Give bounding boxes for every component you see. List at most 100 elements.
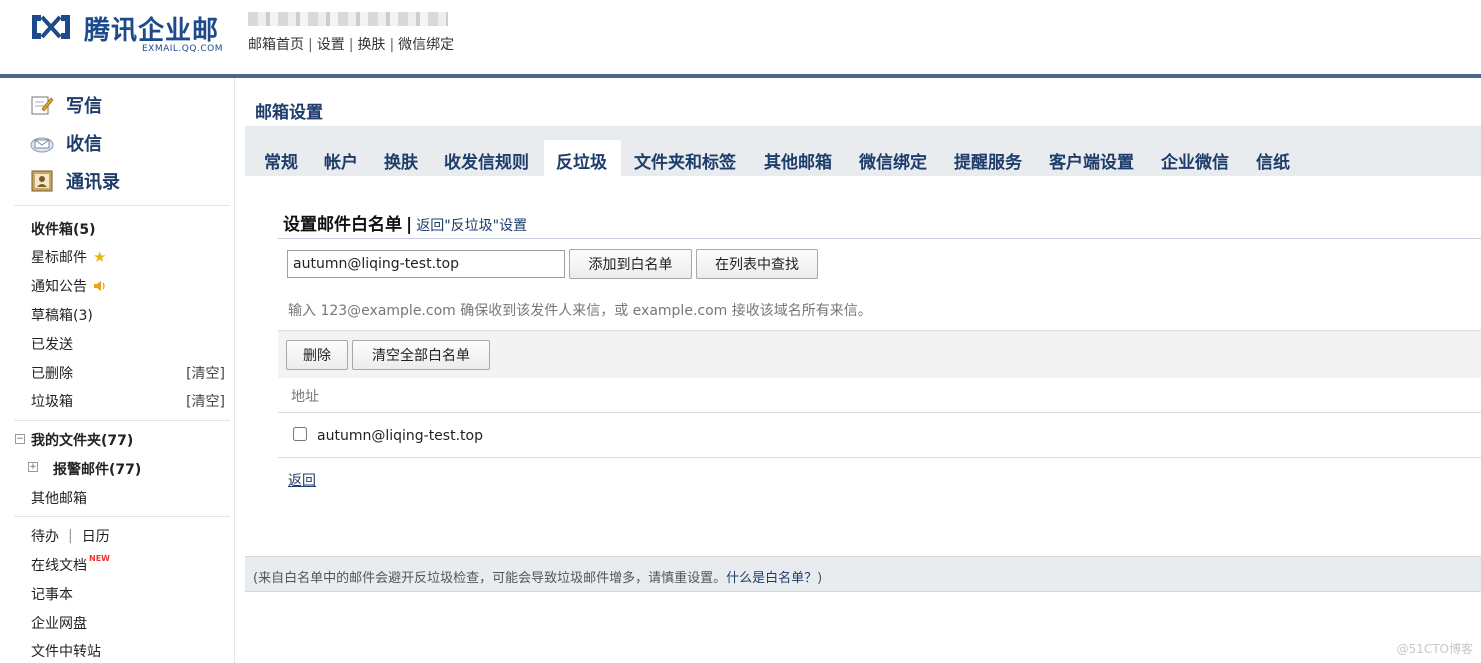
new-badge: NEW [89,553,110,563]
sidebar-item-my-folders[interactable]: 我的文件夹(77) [31,430,227,450]
compose-label: 写信 [66,96,102,117]
notes-label: 记事本 [31,587,73,603]
tab-general[interactable]: 常规 [256,140,306,176]
sidebar-item-starred[interactable]: 星标邮件 ★ [31,247,227,267]
sidebar-item-netdisk[interactable]: 企业网盘 [31,613,227,633]
sidebar-item-spam[interactable]: 垃圾箱 [清空] [31,391,227,411]
alert-mail-label: 报警邮件(77) [53,462,142,478]
sidebar-item-inbox[interactable]: 收件箱(5) [31,219,227,239]
receive-label: 收信 [66,134,102,155]
tab-wechat-bind[interactable]: 微信绑定 [851,140,935,176]
table-divider [278,412,1481,413]
title-separator: | [406,215,413,235]
sidebar-item-file-transfer[interactable]: 文件中转站 [31,641,227,661]
logo-subtitle: EXMAIL.QQ.COM [142,44,223,54]
starred-label: 星标邮件 [31,250,87,266]
row-checkbox[interactable] [293,427,307,441]
tab-skin[interactable]: 换肤 [376,140,426,176]
footer-warning: (来自白名单中的邮件会避开反垃圾检查，可能会导致垃圾邮件增多，请慎重设置。 [253,571,727,586]
clear-all-whitelist-button[interactable]: 清空全部白名单 [352,340,490,370]
expand-icon[interactable]: + [28,462,38,472]
whitelist-title: 设置邮件白名单 [283,215,402,235]
settings-tabs: 常规 帐户 换肤 收发信规则 反垃圾 文件夹和标签 其他邮箱 微信绑定 提醒服务… [245,126,1481,176]
tab-stationery[interactable]: 信纸 [1248,140,1298,176]
find-in-list-button[interactable]: 在列表中查找 [696,249,818,279]
tencent-exmail-logo[interactable]: 腾讯企业邮 EXMAIL.QQ.COM [28,10,228,60]
tab-client-settings[interactable]: 客户端设置 [1041,140,1142,176]
add-to-whitelist-button[interactable]: 添加到白名单 [569,249,692,279]
table-divider [278,457,1481,458]
inbox-folder-label: 收件箱(5) [31,222,96,238]
skin-link[interactable]: 换肤 [357,37,385,53]
sent-label: 已发送 [31,337,73,353]
sidebar-divider [14,420,230,421]
compose-button[interactable]: 写信 [30,90,102,120]
sidebar-tools-row: 待办 | 日历 [31,526,227,546]
spam-label: 垃圾箱 [31,394,73,410]
clear-spam-link[interactable]: [清空] [186,391,225,411]
tab-mail-rules[interactable]: 收发信规则 [436,140,537,176]
header: 腾讯企业邮 EXMAIL.QQ.COM 邮箱首页 | 设置 | 换肤 | 微信绑定 [0,0,1481,74]
sidebar-item-deleted[interactable]: 已删除 [清空] [31,363,227,383]
tab-reminders[interactable]: 提醒服务 [946,140,1030,176]
mailbox-home-link[interactable]: 邮箱首页 [248,37,304,53]
separator: | [68,528,73,544]
footer-close-paren: ) [817,571,823,586]
sidebar-item-other-mailbox[interactable]: 其他邮箱 [31,488,227,508]
sidebar-item-notes[interactable]: 记事本 [31,584,227,604]
tab-wecom[interactable]: 企业微信 [1153,140,1237,176]
what-is-whitelist-link[interactable]: 什么是白名单？ [726,571,817,586]
top-nav-links: 邮箱首页 | 设置 | 换肤 | 微信绑定 [248,34,454,54]
receive-button[interactable]: 收信 [30,128,102,158]
compose-icon [31,96,54,115]
delete-button[interactable]: 删除 [286,340,348,370]
file-transfer-label: 文件中转站 [31,644,101,660]
watermark: @51CTO博客 [1396,642,1473,656]
online-docs-label: 在线文档 [31,558,87,574]
address-column-header: 地址 [291,389,319,405]
sidebar-item-alert-mail[interactable]: 报警邮件(77) [53,459,227,479]
page-title: 邮箱设置 [255,103,323,123]
todo-link[interactable]: 待办 [31,526,59,546]
contacts-button[interactable]: 通讯录 [30,166,120,196]
announcements-label: 通知公告 [31,279,87,295]
footer-note: (来自白名单中的邮件会避开反垃圾检查，可能会导致垃圾邮件增多，请慎重设置。什么是… [253,567,822,586]
settings-link[interactable]: 设置 [317,37,345,53]
tab-account[interactable]: 帐户 [316,140,366,176]
other-mailbox-label: 其他邮箱 [31,491,87,507]
sidebar-item-drafts[interactable]: 草稿箱(3) [31,305,227,325]
whitelist-address-row: autumn@liqing-test.top [317,428,483,444]
drafts-label: 草稿箱(3) [31,308,93,324]
deleted-label: 已删除 [31,366,73,382]
whitelist-content: 设置邮件白名单|返回"反垃圾"设置 添加到白名单 在列表中查找 输入 123@e… [245,176,1481,556]
tab-anti-spam[interactable]: 反垃圾 [544,140,621,176]
netdisk-label: 企业网盘 [31,616,87,632]
main-panel: 邮箱设置 常规 帐户 换肤 收发信规则 反垃圾 文件夹和标签 其他邮箱 微信绑定… [245,78,1481,663]
contacts-label: 通讯录 [66,172,120,193]
footer-note-bar: (来自白名单中的邮件会避开反垃圾检查，可能会导致垃圾邮件增多，请慎重设置。什么是… [245,556,1481,592]
input-hint: 输入 123@example.com 确保收到该发件人来信，或 example.… [288,303,872,319]
back-to-antispam-link[interactable]: 返回"反垃圾"设置 [416,218,527,234]
sidebar-item-online-docs[interactable]: 在线文档 NEW [31,553,227,575]
contacts-icon [31,170,53,192]
inbox-icon [30,137,54,153]
sidebar-item-sent[interactable]: 已发送 [31,334,227,354]
back-link[interactable]: 返回 [288,470,316,490]
sidebar: 写信 收信 通讯录 收件箱(5) 星标邮件 ★ 通知公告 草稿箱(3) 已发送 已… [0,78,235,663]
collapse-icon[interactable]: − [15,434,25,444]
sidebar-divider [14,205,230,206]
wechat-bind-link[interactable]: 微信绑定 [398,37,454,53]
section-divider [278,238,1481,239]
separator: | [389,37,395,53]
tab-folders-tags[interactable]: 文件夹和标签 [626,140,744,176]
star-icon: ★ [93,248,107,266]
separator: | [348,37,354,53]
tab-other-mailbox[interactable]: 其他邮箱 [756,140,840,176]
section-title: 设置邮件白名单 | 返回"反垃圾"设置 [283,210,527,235]
sidebar-item-announcements[interactable]: 通知公告 [31,276,227,296]
separator: | [308,37,313,53]
whitelist-address-input[interactable] [287,250,565,278]
clear-deleted-link[interactable]: [清空] [186,363,225,383]
user-account-blurred [248,12,448,26]
calendar-link[interactable]: 日历 [82,526,110,546]
